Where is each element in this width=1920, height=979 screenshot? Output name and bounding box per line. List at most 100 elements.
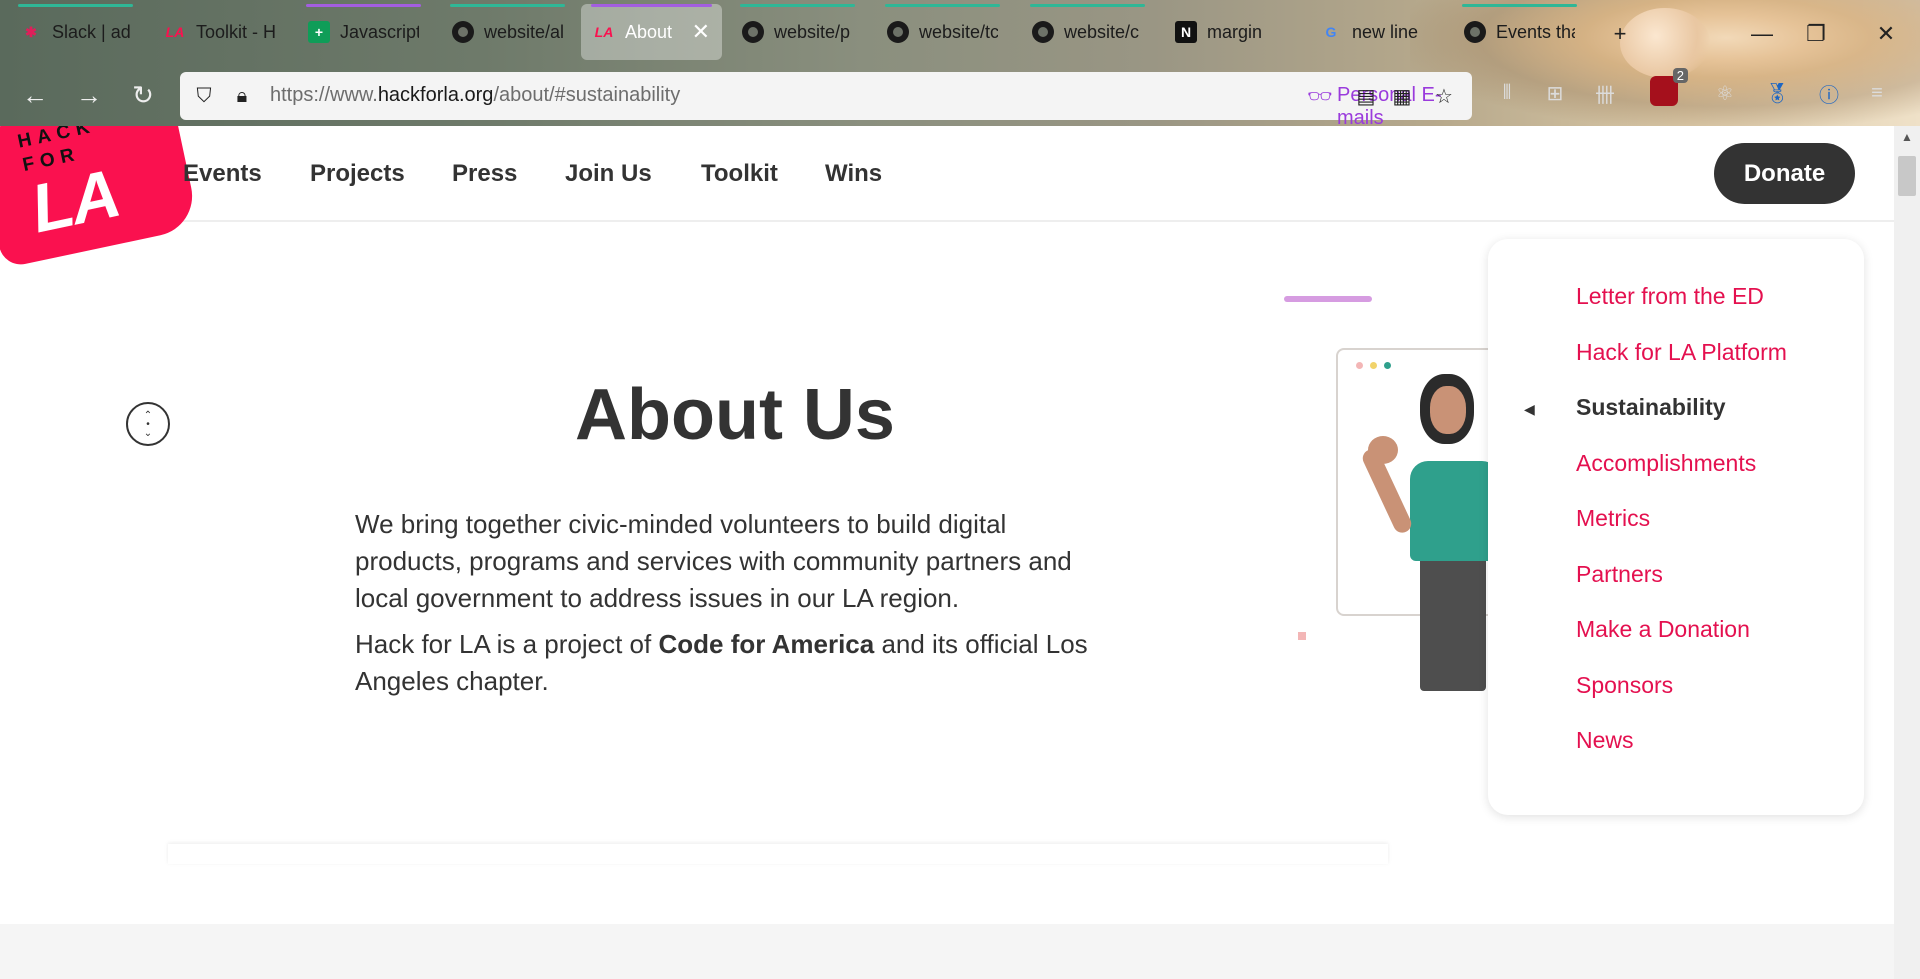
tab-website-al[interactable]: website/al [440,4,575,60]
navigation-toolbar: ← → ↻ ⛉ 🔒︎ https://www.hackforla.org/abo… [0,64,1920,129]
github-icon [742,21,764,43]
bookmark-star-icon[interactable]: ☆ [1430,82,1458,110]
hackforla-icon: LA [165,24,185,40]
github-icon [887,21,909,43]
tab-title: Slack | adi [52,21,131,42]
nav-wins[interactable]: Wins [825,160,882,188]
hackforla-logo[interactable]: HACK FOR LA [0,126,200,269]
tab-title: Toolkit - H [196,21,275,42]
tab-indicator [18,4,133,7]
close-icon[interactable]: ✕ [692,19,710,45]
tab-title: Events tha [1496,21,1575,42]
tab-indicator [1462,4,1577,7]
sidebar-item-sponsors[interactable]: Sponsors [1576,672,1673,699]
site-header: HACK FOR LA Events Projects Press Join Us… [0,126,1894,269]
github-icon [1464,21,1486,43]
reload-icon[interactable]: ↻ [122,74,164,116]
medal-icon[interactable]: 🏅︎ [1760,76,1794,110]
nav-join-us[interactable]: Join Us [565,160,652,188]
tab-title: new line [1352,21,1419,42]
tab-indicator [306,4,421,7]
tab-website-p[interactable]: website/p [730,4,865,60]
glasses-icon[interactable]: 👓︎ [1306,82,1334,110]
code-for-america-text: Code for America [658,629,875,659]
browser-chrome: ✱ Slack | adi LA Toolkit - H + Javascrip… [0,0,1920,129]
sidebar-item-donation[interactable]: Make a Donation [1576,616,1750,643]
nav-toolkit[interactable]: Toolkit [701,160,778,188]
scroll-up-icon[interactable]: ▲ [1901,130,1913,144]
slack-icon: ✱ [25,23,37,40]
library-icon[interactable]: ⦀ [1490,76,1524,110]
page-title: About Us [575,375,895,455]
next-section-background [0,924,1894,979]
scroll-toggle-icon[interactable]: ⌃ • ⌄ [126,402,170,446]
tab-indicator [450,4,565,7]
new-tab-icon[interactable]: + [1600,14,1640,54]
menu-icon[interactable]: ≡ [1860,76,1894,110]
sidebar-item-news[interactable]: News [1576,727,1634,754]
nav-press[interactable]: Press [452,160,517,188]
tab-toolkit[interactable]: LA Toolkit - H [152,4,287,60]
address-bar[interactable]: ⛉ 🔒︎ https://www.hackforla.org/about/#su… [180,72,1472,129]
scrollbar-thumb[interactable] [1898,156,1916,196]
qr-code-icon[interactable]: ▦ [1388,82,1416,110]
waving-woman-illustration [1270,296,1540,716]
sidebar-item-partners[interactable]: Partners [1576,561,1663,588]
tab-indicator [740,4,855,7]
notion-icon: N [1175,21,1197,43]
tab-about[interactable]: LA About ✕ [581,4,722,60]
url-text[interactable]: https://www.hackforla.org/about/#sustain… [270,84,680,107]
donate-button[interactable]: Donate [1714,143,1855,204]
hackforla-icon: LA [594,24,614,40]
sheets-icon: + [308,21,330,43]
tab-strip: ✱ Slack | adi LA Toolkit - H + Javascrip… [0,0,1920,64]
tab-indicator [885,4,1000,7]
nav-projects[interactable]: Projects [310,160,405,188]
google-icon: G [1325,24,1337,40]
maximize-icon[interactable]: ❐ [1796,14,1836,54]
next-section-card [168,844,1388,864]
tally-icon[interactable]: 卌 [1588,76,1622,110]
sidebar-item-accomplishments[interactable]: Accomplishments [1576,450,1756,477]
cfa-paragraph: Hack for LA is a project of Code for Ame… [355,629,1088,696]
tab-title: website/p [774,21,851,42]
tab-events[interactable]: Events tha [1452,4,1587,60]
tab-indicator [591,4,712,7]
tab-javascript[interactable]: + Javascript [296,4,431,60]
nav-events[interactable]: Events [183,160,262,188]
minimize-icon[interactable]: — [1742,14,1782,54]
onepassword-icon[interactable]: ⓘ [1812,76,1846,110]
page-scrollbar[interactable]: ▲ [1894,126,1920,979]
tab-slack[interactable]: ✱ Slack | adi [8,4,143,60]
sidebar-item-platform[interactable]: Hack for LA Platform [1576,339,1787,366]
tab-title: website/al [484,21,563,42]
tab-new-line[interactable]: G new line [1308,4,1443,60]
logo-la: LA [24,155,126,248]
tab-website-tc[interactable]: website/tc [875,4,1010,60]
github-icon [452,21,474,43]
extension-badge: 2 [1672,68,1688,83]
back-icon[interactable]: ← [14,74,56,116]
github-icon [1032,21,1054,43]
ublock-icon[interactable]: 2 [1650,68,1688,106]
extension-grid-icon[interactable]: ⊞ [1538,76,1572,110]
reader-view-icon[interactable]: ▤ [1352,82,1380,110]
tab-title: website/tc [919,21,998,42]
window-close-icon[interactable]: ✕ [1866,14,1906,54]
forward-icon[interactable]: → [68,74,110,116]
section-sidebar: Letter from the ED Hack for LA Platform … [1488,239,1864,815]
sidebar-item-letter-from-ed[interactable]: Letter from the ED [1576,283,1764,310]
tab-margin[interactable]: N margin [1163,4,1298,60]
shield-icon[interactable]: ⛉ [190,82,218,110]
active-caret-icon: ◀ [1524,401,1535,417]
sidebar-item-metrics[interactable]: Metrics [1576,505,1650,532]
react-devtools-icon[interactable]: ⚛ [1708,76,1742,110]
sidebar-item-sustainability[interactable]: Sustainability [1576,394,1726,421]
tab-indicator [1030,4,1145,7]
tab-title: website/c [1064,21,1140,42]
intro-paragraph: We bring together civic-minded volunteer… [355,509,1072,613]
lock-icon[interactable]: 🔒︎ [228,82,256,110]
tab-title: margin [1207,21,1263,42]
tab-website-c[interactable]: website/c [1020,4,1155,60]
tab-title: About [625,21,673,42]
